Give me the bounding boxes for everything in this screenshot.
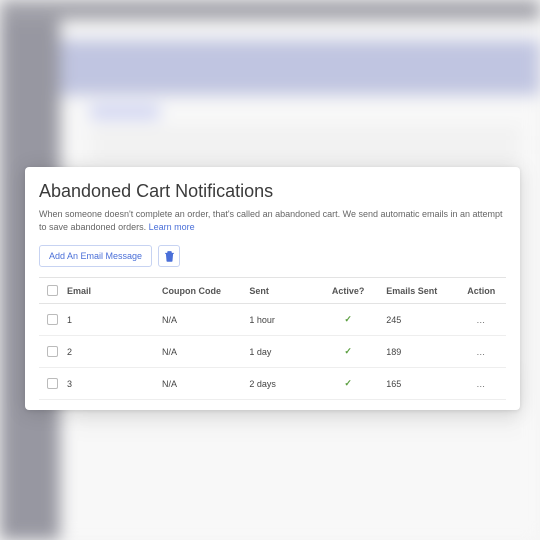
toolbar: Add An Email Message xyxy=(39,245,506,267)
cell-emails-sent: 165 xyxy=(386,379,454,389)
cell-email: 3 xyxy=(67,379,158,389)
col-coupon: Coupon Code xyxy=(162,286,245,296)
cell-email: 1 xyxy=(67,315,158,325)
col-action: Action xyxy=(459,286,505,296)
table-row: 3 N/A 2 days ✓ 165 … xyxy=(39,368,506,400)
table-header-row: Email Coupon Code Sent Active? Emails Se… xyxy=(39,277,506,304)
cell-coupon: N/A xyxy=(162,315,245,325)
cell-sent: 2 days xyxy=(249,379,310,389)
abandoned-cart-panel: Abandoned Cart Notifications When someon… xyxy=(25,167,520,410)
cell-email: 2 xyxy=(67,347,158,357)
cell-sent: 1 day xyxy=(249,347,310,357)
cell-emails-sent: 189 xyxy=(386,347,454,357)
select-all-checkbox[interactable] xyxy=(47,285,58,296)
row-action-menu[interactable]: … xyxy=(476,347,486,357)
row-action-menu[interactable]: … xyxy=(476,379,486,389)
col-email: Email xyxy=(67,286,158,296)
row-checkbox[interactable] xyxy=(47,346,58,357)
trash-icon xyxy=(165,251,174,262)
col-emails-sent: Emails Sent xyxy=(386,286,454,296)
cell-sent: 1 hour xyxy=(249,315,310,325)
check-icon: ✓ xyxy=(344,346,352,357)
col-sent: Sent xyxy=(249,286,310,296)
panel-description: When someone doesn't complete an order, … xyxy=(39,208,506,233)
check-icon: ✓ xyxy=(344,378,352,389)
check-icon: ✓ xyxy=(344,314,352,325)
col-active: Active? xyxy=(314,286,382,296)
row-action-menu[interactable]: … xyxy=(476,315,486,325)
panel-description-text: When someone doesn't complete an order, … xyxy=(39,209,503,232)
row-checkbox[interactable] xyxy=(47,314,58,325)
panel-title: Abandoned Cart Notifications xyxy=(39,181,506,202)
cell-emails-sent: 245 xyxy=(386,315,454,325)
cell-coupon: N/A xyxy=(162,379,245,389)
row-checkbox[interactable] xyxy=(47,378,58,389)
add-email-button[interactable]: Add An Email Message xyxy=(39,245,152,267)
learn-more-link[interactable]: Learn more xyxy=(149,222,195,232)
delete-button[interactable] xyxy=(158,245,180,267)
cell-coupon: N/A xyxy=(162,347,245,357)
table-row: 1 N/A 1 hour ✓ 245 … xyxy=(39,304,506,336)
notifications-table: Email Coupon Code Sent Active? Emails Se… xyxy=(39,277,506,400)
table-row: 2 N/A 1 day ✓ 189 … xyxy=(39,336,506,368)
